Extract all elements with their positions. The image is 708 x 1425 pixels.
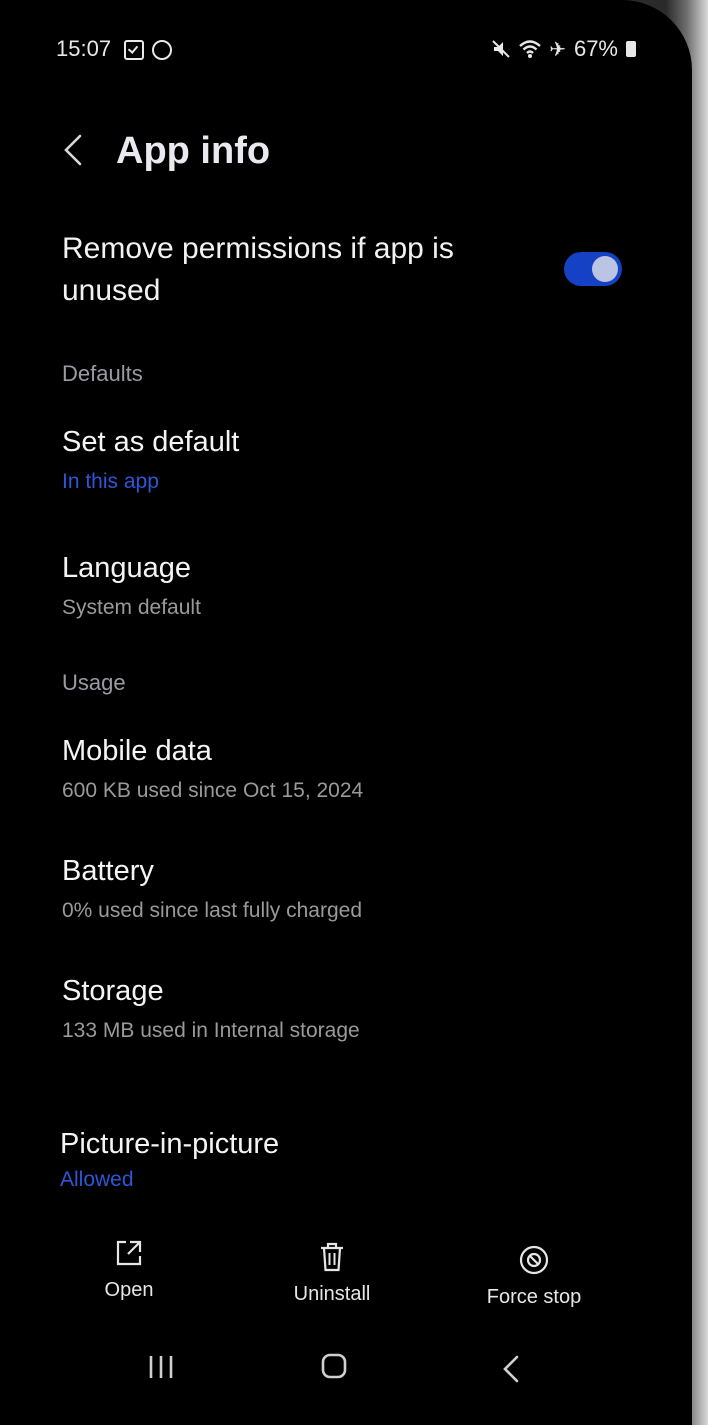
recents-button[interactable] [136, 1341, 186, 1393]
open-label: Open [104, 1279, 154, 1301]
set-as-default-item[interactable]: Set as default In this app [54, 420, 272, 504]
battery-title: Battery [62, 855, 154, 887]
wifi-icon [519, 40, 541, 58]
home-icon [321, 1353, 347, 1379]
pip-title: Picture-in-picture [60, 1128, 280, 1160]
status-time: 15:07 [56, 36, 112, 61]
open-button[interactable]: Open [92, 1233, 166, 1319]
pip-subtitle: Allowed [60, 1168, 134, 1191]
language-title: Language [62, 552, 192, 584]
screen: 15:07 ✈ 67% App info Remove permissions … [0, 0, 692, 1425]
open-external-icon [116, 1240, 142, 1266]
check-notification-icon [124, 40, 144, 60]
remove-permissions-row[interactable]: Remove permissions if app is unused [54, 212, 648, 322]
nav-back-button[interactable] [490, 1343, 532, 1395]
picture-in-picture-item[interactable]: Picture-in-picture Allowed [54, 1122, 354, 1202]
section-usage: Usage [62, 670, 126, 695]
chevron-left-icon [64, 134, 82, 166]
set-as-default-title: Set as default [62, 426, 240, 458]
status-bar: 15:07 ✈ 67% [56, 34, 636, 66]
nav-back-icon [503, 1355, 519, 1383]
mobile-data-subtitle: 600 KB used since Oct 15, 2024 [62, 779, 364, 802]
uninstall-button[interactable]: Uninstall [282, 1237, 382, 1323]
force-stop-button[interactable]: Force stop [466, 1240, 602, 1320]
storage-item[interactable]: Storage 133 MB used in Internal storage [54, 969, 400, 1057]
home-button[interactable] [306, 1345, 362, 1389]
battery-subtitle: 0% used since last fully charged [62, 899, 362, 922]
language-subtitle: System default [62, 596, 201, 619]
notification-icons [124, 40, 172, 60]
battery-item[interactable]: Battery 0% used since last fully charged [54, 849, 406, 931]
status-right: ✈ 67% [491, 36, 636, 62]
mobile-data-item[interactable]: Mobile data 600 KB used since Oct 15, 20… [54, 729, 404, 809]
page-title: App info [116, 130, 271, 172]
remove-permissions-switch[interactable] [564, 252, 622, 286]
airplane-icon: ✈ [549, 38, 566, 61]
uninstall-label: Uninstall [293, 1283, 371, 1305]
switch-knob [592, 256, 618, 282]
mute-icon [492, 40, 510, 58]
back-button[interactable] [58, 118, 92, 180]
storage-subtitle: 133 MB used in Internal storage [62, 1019, 360, 1042]
force-stop-label: Force stop [486, 1286, 582, 1308]
force-stop-icon [519, 1245, 549, 1275]
storage-title: Storage [62, 975, 164, 1007]
section-defaults: Defaults [62, 361, 143, 386]
battery-icon [626, 41, 636, 57]
language-item[interactable]: Language System default [54, 546, 232, 630]
battery-percent: 67% [573, 36, 618, 61]
trash-icon [321, 1242, 343, 1272]
sync-notification-icon [152, 40, 172, 60]
remove-permissions-label: Remove permissions if app is unused [62, 232, 454, 307]
set-as-default-subtitle: In this app [62, 470, 159, 493]
mobile-data-title: Mobile data [62, 735, 212, 767]
recents-icon [149, 1356, 173, 1378]
